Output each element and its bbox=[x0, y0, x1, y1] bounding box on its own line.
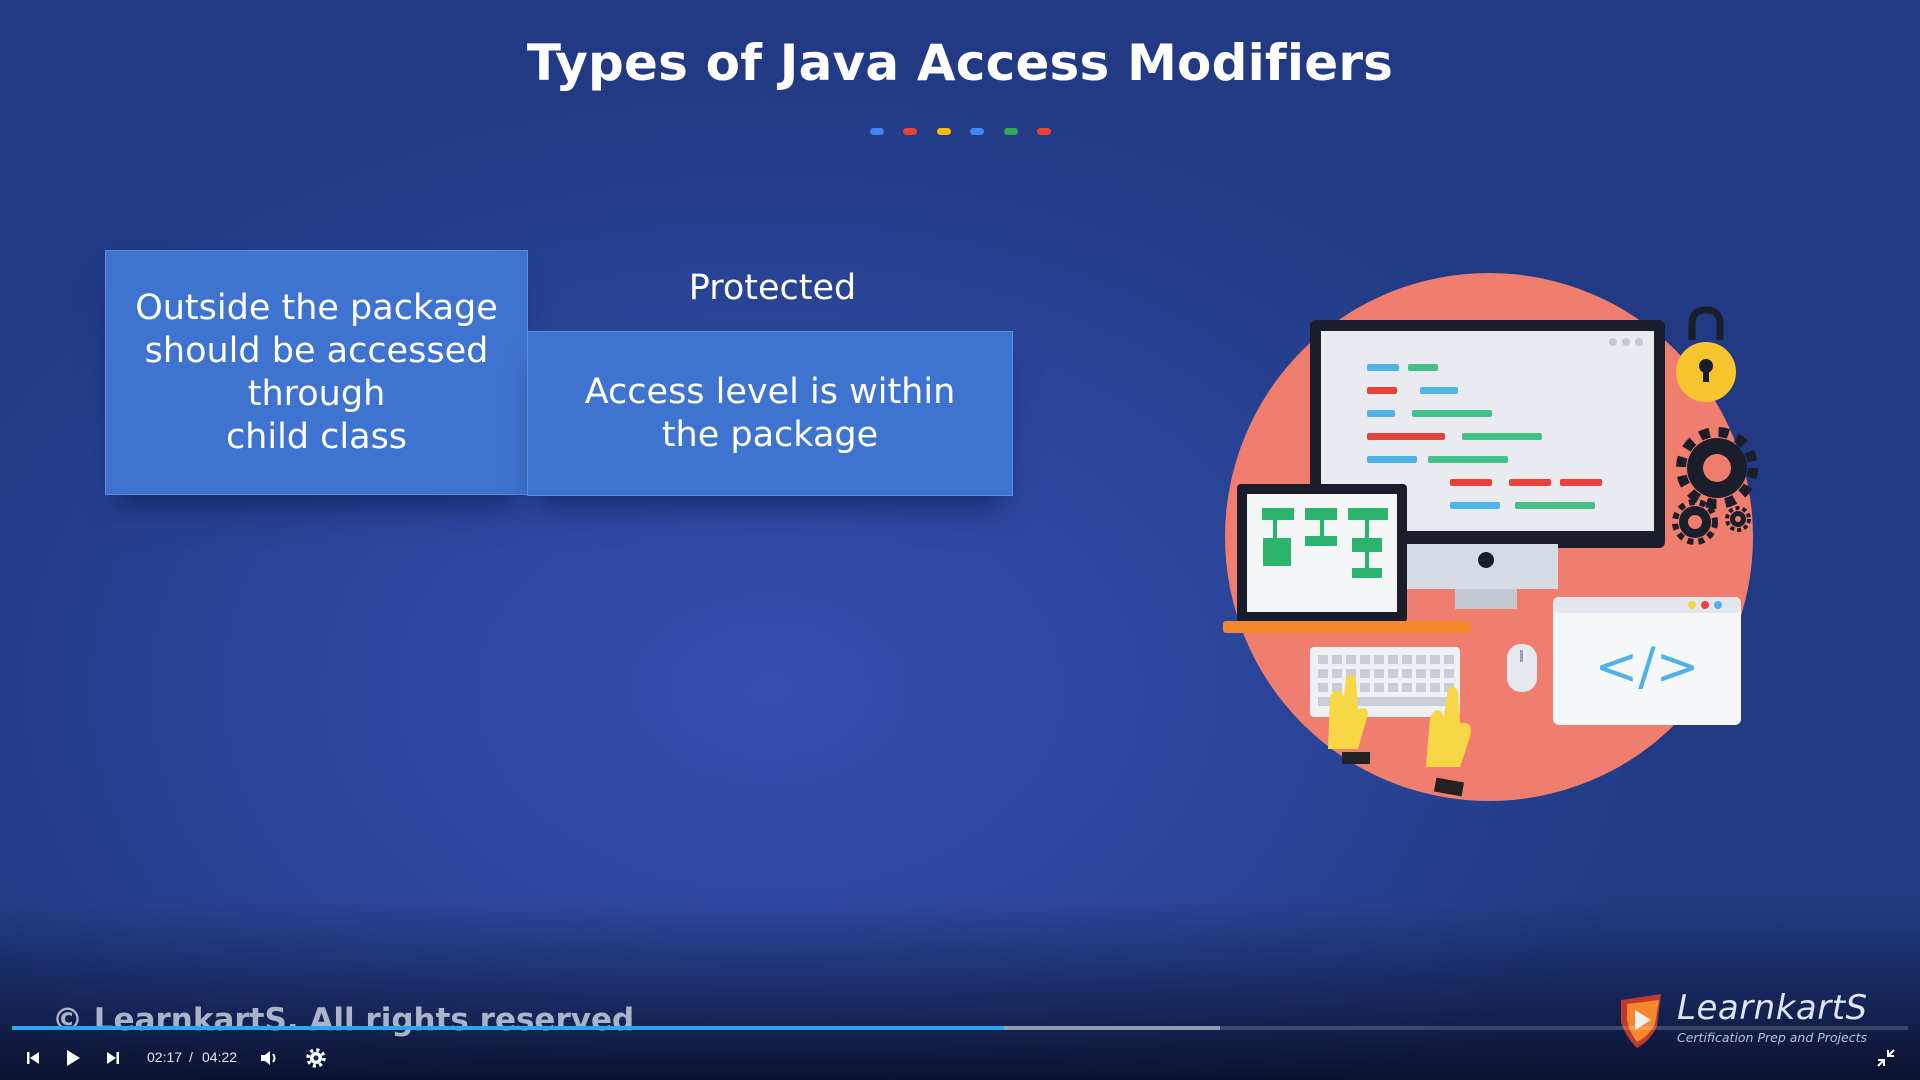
exit-fullscreen-icon bbox=[1877, 1049, 1895, 1067]
access-level-card: Access level is within the package bbox=[527, 331, 1013, 496]
dot bbox=[1037, 128, 1051, 135]
exit-fullscreen-button[interactable] bbox=[1870, 1040, 1902, 1076]
seek-bar[interactable] bbox=[12, 1026, 1908, 1030]
duration: 04:22 bbox=[202, 1049, 238, 1065]
protected-heading: Protected bbox=[688, 268, 857, 308]
learnkarts-logo: LearnkartS Certification Prep and Projec… bbox=[1615, 988, 1868, 1048]
skip-forward-icon bbox=[107, 1052, 119, 1064]
brand-name: LearnkartS bbox=[1677, 988, 1868, 1028]
current-time: 02:17 bbox=[147, 1049, 183, 1065]
settings-button[interactable] bbox=[300, 1040, 332, 1076]
play-button[interactable] bbox=[58, 1040, 88, 1076]
dot bbox=[903, 128, 917, 135]
skip-back-icon bbox=[27, 1052, 39, 1064]
volume-icon bbox=[261, 1051, 276, 1065]
settings-gear-icon bbox=[306, 1048, 326, 1068]
time-separator: / bbox=[189, 1049, 193, 1065]
access-level-text: Access level is within the package bbox=[584, 371, 956, 455]
volume-button[interactable] bbox=[255, 1040, 285, 1076]
played-progress bbox=[12, 1026, 1004, 1030]
dot bbox=[870, 128, 884, 135]
dot bbox=[1004, 128, 1018, 135]
slide-title: Types of Java Access Modifiers bbox=[526, 34, 1394, 92]
svg-text:</>: </> bbox=[1595, 637, 1700, 697]
skip-forward-button[interactable] bbox=[98, 1040, 128, 1076]
copyright-watermark: © LearnkartS. All rights reserved bbox=[52, 1002, 635, 1038]
computer-illustration: </> bbox=[1223, 273, 1758, 801]
outside-package-card: Outside the package should be accessed t… bbox=[105, 250, 528, 495]
outside-package-text: Outside the package should be accessed t… bbox=[135, 287, 498, 457]
dot bbox=[970, 128, 984, 135]
player-controls: 02:17 / 04:22 bbox=[0, 1040, 1920, 1080]
video-frame[interactable]: Types of Java Access Modifiers Outside t… bbox=[0, 0, 1920, 1080]
dot bbox=[937, 128, 951, 135]
skip-back-button[interactable] bbox=[18, 1040, 48, 1076]
play-icon bbox=[67, 1050, 80, 1066]
